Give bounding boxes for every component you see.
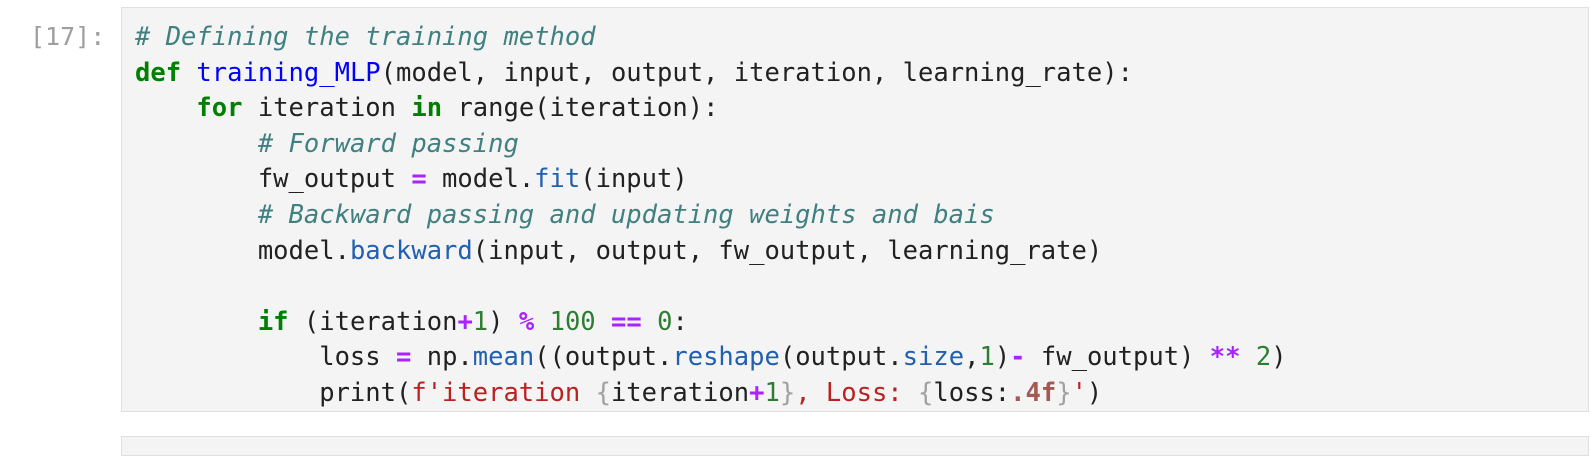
code-token: # Backward passing and updating weights …: [257, 199, 995, 230]
code-editor[interactable]: # Defining the training method def traini…: [121, 7, 1589, 412]
code-token: ': [1071, 377, 1087, 408]
code-token: :: [672, 306, 688, 337]
code-token: fw_output): [1025, 342, 1210, 373]
code-token: -: [1010, 342, 1026, 373]
code-content[interactable]: # Defining the training method def traini…: [135, 20, 1287, 411]
code-cell[interactable]: [17]: # Defining the training method def …: [0, 0, 1590, 430]
code-token: ((output.: [534, 342, 673, 373]
code-token: iteration: [242, 93, 412, 124]
code-token: (input, output, fw_output, learning_rate…: [472, 235, 1103, 266]
code-token: print(: [135, 377, 412, 408]
code-line[interactable]: # Forward passing: [135, 127, 1287, 163]
code-token: 2: [1255, 342, 1272, 373]
code-token: # Forward passing: [257, 128, 519, 159]
code-token: iteration: [610, 377, 750, 408]
code-token: =: [411, 164, 427, 195]
code-token: model.: [426, 164, 535, 195]
code-token: (model, input, output, iteration, learni…: [380, 57, 1133, 88]
code-token: +: [457, 306, 473, 337]
code-line[interactable]: [135, 269, 1287, 305]
code-token: fit: [534, 164, 581, 195]
code-token: ,: [964, 342, 980, 373]
code-line[interactable]: loss = np.mean((output.reshape(output.si…: [135, 340, 1287, 376]
code-token: 0: [657, 306, 673, 337]
code-token: for: [196, 93, 243, 124]
code-token: (output.: [779, 342, 903, 373]
code-line[interactable]: # Defining the training method: [135, 20, 1287, 56]
code-token: loss:: [933, 377, 1011, 408]
code-token: .4f: [1010, 377, 1057, 408]
code-token: 100: [549, 306, 596, 337]
code-token: mean: [472, 342, 535, 373]
code-line[interactable]: model.backward(input, output, fw_output,…: [135, 234, 1287, 270]
code-token: (iteration: [288, 306, 458, 337]
code-token: ): [488, 306, 519, 337]
execution-count-prompt: [17]:: [30, 22, 106, 51]
code-token: def: [135, 57, 182, 88]
code-token: ): [1271, 342, 1287, 373]
code-token: 1: [764, 377, 780, 408]
code-token: +: [749, 377, 765, 408]
code-token: if: [257, 306, 289, 337]
code-line[interactable]: # Backward passing and updating weights …: [135, 198, 1287, 234]
code-token: loss: [135, 342, 396, 373]
code-token: 1: [472, 306, 489, 337]
code-token: 1: [979, 342, 995, 373]
code-token: f'iteration: [411, 377, 596, 408]
code-token: # Defining the training method: [135, 22, 596, 52]
code-line[interactable]: for iteration in range(iteration):: [135, 91, 1287, 127]
code-line[interactable]: def training_MLP(model, input, output, i…: [135, 56, 1287, 92]
code-token: ==: [611, 306, 642, 337]
code-token: **: [1209, 342, 1241, 373]
code-token: backward: [349, 235, 473, 266]
code-token: , Loss:: [795, 377, 919, 408]
code-token: reshape: [672, 342, 780, 373]
code-token: (input): [580, 164, 688, 195]
code-line[interactable]: if (iteration+1) % 100 == 0:: [135, 305, 1287, 341]
code-line[interactable]: print(f'iteration {iteration+1}, Loss: {…: [135, 376, 1287, 411]
code-token: range(iteration):: [442, 93, 719, 124]
code-token: }: [1056, 377, 1072, 408]
code-token: size: [902, 342, 965, 373]
code-token: {: [918, 377, 934, 408]
code-token: {: [595, 377, 611, 408]
code-token: %: [518, 306, 535, 337]
next-code-cell[interactable]: [121, 436, 1589, 456]
code-token: np.: [411, 342, 473, 373]
code-line[interactable]: fw_output = model.fit(input): [135, 162, 1287, 198]
code-token: model.: [135, 235, 350, 266]
code-token: in: [411, 93, 443, 124]
code-token: ): [994, 342, 1011, 373]
code-token: ): [1086, 377, 1103, 408]
code-token: }: [779, 377, 796, 408]
code-token: =: [396, 342, 412, 373]
code-token: fw_output: [135, 164, 412, 195]
code-token: training_MLP: [196, 57, 381, 88]
